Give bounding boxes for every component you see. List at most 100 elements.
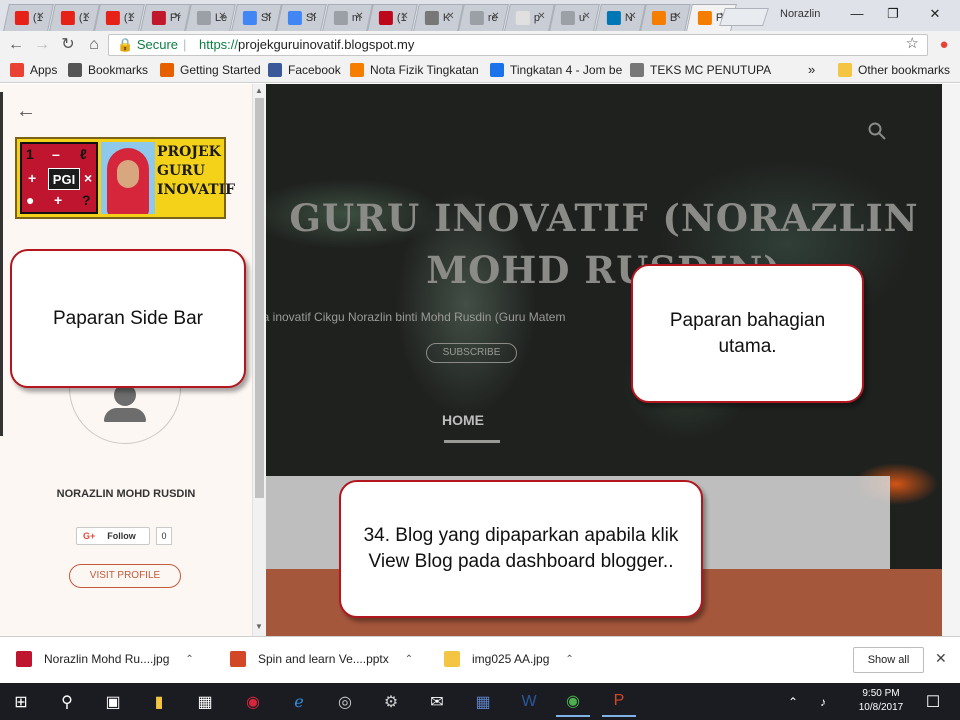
bookmark-item[interactable]: Facebook [268,63,341,77]
browser-profile-name[interactable]: Norazlin [780,8,820,20]
bookmarks-overflow-button[interactable]: » [808,62,815,77]
browser-tab[interactable]: N ✕ [594,4,646,31]
google-plus-follow-button[interactable]: G+ Follow [76,527,150,545]
tray-volume-icon[interactable]: ♪ [806,687,840,717]
download-menu-chevron-icon[interactable]: ⌃ [185,654,193,665]
search-icon[interactable]: ⚲ [50,687,84,717]
blog-logo[interactable]: 1 – ℓ + × ● + ? PGI PROJEK GURU INOVATIF [15,137,236,219]
close-downloads-icon[interactable]: ✕ [935,650,947,667]
scrollbar-thumb[interactable] [255,98,264,498]
bookmark-item[interactable]: TEKS MC PENUTUPA [630,63,771,77]
tab-close-icon[interactable]: ✕ [172,11,180,22]
pin-app-icon[interactable]: ◉ [236,687,270,717]
sidebar-back-arrow-icon[interactable]: ← [16,100,36,123]
tab-close-icon[interactable]: ✕ [263,11,271,22]
word-icon[interactable]: W [512,687,546,717]
tab-close-icon[interactable]: ✕ [309,11,317,22]
media-app-icon[interactable]: ◎ [328,687,362,717]
task-view-icon[interactable]: ▣ [96,687,130,717]
tools-app-icon[interactable]: ⚙ [374,687,408,717]
tab-favicon-icon [151,11,166,25]
browser-tab[interactable]: B ✕ [640,4,691,31]
url-scheme: https:// [199,37,239,52]
profile-name: NORAZLIN MOHD RUSDIN [56,488,196,500]
browser-tab[interactable]: m ✕ [321,4,373,31]
tab-close-icon[interactable]: ✕ [400,11,408,22]
browser-tab[interactable]: Pr ✕ [139,4,191,31]
home-icon[interactable]: ⌂ [84,35,104,55]
tab-strip: (1 ✕ (1 ✕ (1 ✕ Pr ✕ Le ✕ Sl ✕ Sl ✕ m ✕ (1 ✕ K ✕ re ✕ p ✕ u ✕ N ✕ B ✕ P… [0,0,960,31]
portrait-face [117,160,139,188]
download-item[interactable]: Norazlin Mohd Ru....jpg ⌃ [16,651,194,667]
scroll-down-arrow-icon[interactable]: ▼ [255,622,263,631]
browser-tab[interactable]: p ✕ [503,4,555,31]
tab-close-icon[interactable]: ✕ [36,11,44,22]
sidebar-edge [0,92,3,436]
close-window-button[interactable]: ✕ [920,4,950,24]
tab-close-icon[interactable]: ✕ [127,11,135,22]
sidebar-scrollbar[interactable]: ▲ ▼ [252,84,266,636]
bookmark-star-icon[interactable]: ☆ [906,34,919,54]
new-tab-button[interactable] [719,8,769,26]
tab-close-icon[interactable]: ✕ [218,11,226,22]
minimize-button[interactable]: — [842,4,872,24]
back-arrow-icon[interactable]: ← [6,35,26,55]
tab-close-icon[interactable]: ✕ [81,11,89,22]
google-plus-icon: G+ [83,531,96,541]
show-all-downloads-button[interactable]: Show all [853,647,924,673]
tray-show-hidden-icon[interactable]: ⌃ [776,687,810,717]
file-explorer-icon[interactable]: ▮ [142,687,176,717]
address-bar[interactable]: 🔒 Secure | https://projekguruinovatif.bl… [108,34,928,56]
browser-tab[interactable]: K ✕ [412,4,464,31]
reload-icon[interactable]: ↻ [58,35,78,55]
powerpoint-icon[interactable]: P [602,687,636,717]
visit-profile-button[interactable]: VISIT PROFILE [69,564,181,588]
download-menu-chevron-icon[interactable]: ⌃ [565,654,573,665]
download-item[interactable]: Spin and learn Ve....pptx ⌃ [230,651,413,667]
bookmark-item[interactable]: Nota Fizik Tingkatan [350,63,479,77]
tab-close-icon[interactable]: ✕ [582,11,590,22]
tab-close-icon[interactable]: ✕ [536,11,544,22]
tab-close-icon[interactable]: ✕ [673,11,681,22]
tab-favicon-icon [60,11,75,25]
bookmark-item[interactable]: Apps [10,63,57,77]
windows-start-icon[interactable]: ⊞ [4,687,38,717]
tab-close-icon[interactable]: ✕ [491,11,499,22]
subscribe-button[interactable]: SUBSCRIBE [426,343,517,363]
browser-tab[interactable]: (1 ✕ [367,4,418,31]
bookmark-item[interactable]: Other bookmarks [838,63,950,77]
browser-tab[interactable]: re ✕ [458,4,509,31]
tab-favicon-icon [287,11,302,25]
tab-close-icon[interactable]: ✕ [627,11,635,22]
edge-browser-icon[interactable]: ℯ [282,687,316,717]
chrome-icon[interactable]: ◉ [556,687,590,717]
tab-favicon-icon [333,11,348,25]
mail-icon[interactable]: ✉ [420,687,454,717]
browser-tab[interactable]: (1 ✕ [48,4,100,31]
store-icon[interactable]: ▦ [188,687,222,717]
logo-text-line: INOVATIF [157,182,236,198]
clock-date: 10/8/2017 [858,702,904,713]
browser-tab[interactable]: u ✕ [549,4,600,31]
bookmark-item[interactable]: Getting Started [160,63,261,77]
scroll-up-arrow-icon[interactable]: ▲ [255,86,263,95]
tab-close-icon[interactable]: ✕ [354,11,362,22]
forward-arrow-icon[interactable]: → [32,35,52,55]
notifications-icon[interactable]: ☐ [916,687,950,717]
browser-tab[interactable]: Sl ✕ [230,4,282,31]
download-item[interactable]: img025 AA.jpg ⌃ [444,651,574,667]
nav-home-link[interactable]: HOME [442,412,484,428]
taskbar-clock[interactable]: 9:50 PM 10/8/2017 [853,687,909,715]
bookmark-item[interactable]: Bookmarks [68,63,148,77]
publisher-app-icon[interactable]: ▦ [466,687,500,717]
bookmark-item[interactable]: Tingkatan 4 - Jom be [490,63,622,77]
browser-tab[interactable]: Le ✕ [185,4,236,31]
extension-update-icon[interactable]: ● [934,35,954,55]
browser-tab[interactable]: (1 ✕ [94,4,145,31]
restore-button[interactable]: ❐ [878,4,908,24]
download-menu-chevron-icon[interactable]: ⌃ [405,654,413,665]
search-icon[interactable] [868,122,886,140]
browser-tab[interactable]: (1 ✕ [3,4,54,31]
tab-close-icon[interactable]: ✕ [445,11,453,22]
browser-tab[interactable]: Sl ✕ [276,4,327,31]
